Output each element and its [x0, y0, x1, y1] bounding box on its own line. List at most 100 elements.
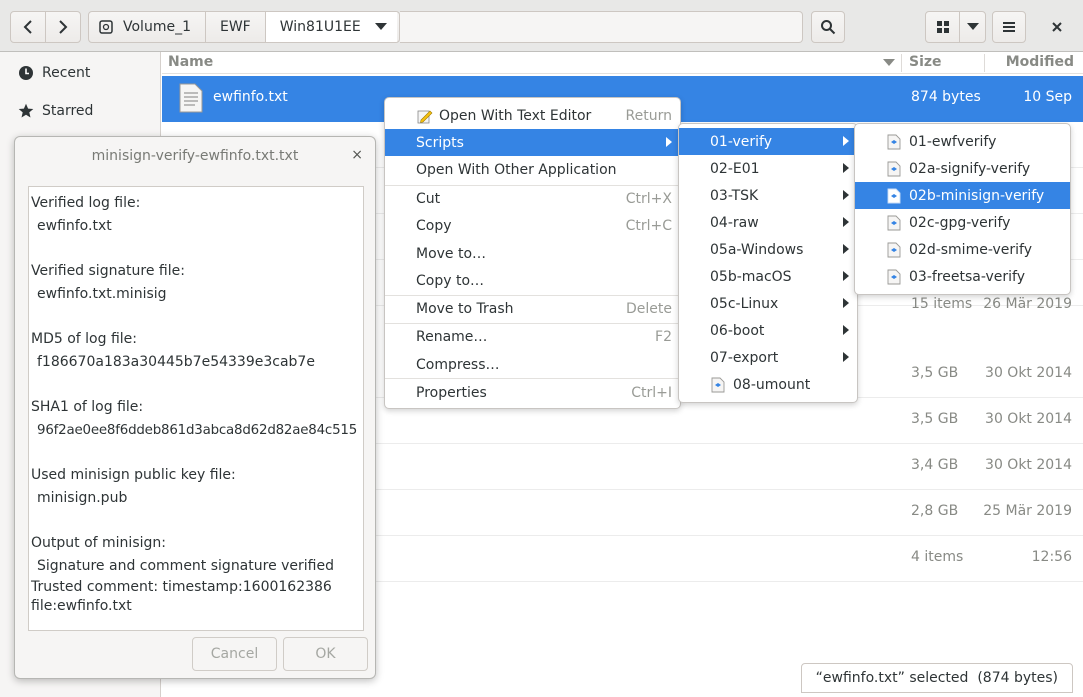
menu-item-label: 02c-gpg-verify	[909, 214, 1011, 231]
menu-item-accel: Return	[625, 107, 672, 124]
submenu-arrow-icon	[843, 298, 849, 308]
column-modified-header[interactable]: Modified	[1006, 54, 1074, 70]
menu-item-accel: Ctrl+I	[631, 384, 672, 401]
script-file-icon	[711, 377, 725, 392]
submenu-arrow-icon	[843, 163, 849, 173]
cancel-button[interactable]: Cancel	[192, 637, 277, 671]
file-size: 2,8 GB	[911, 503, 959, 519]
dialog-title: minisign-verify-ewfinfo.txt.txt	[91, 148, 299, 164]
file-modified: 26 Mär 2019	[983, 296, 1072, 312]
ok-button[interactable]: OK	[283, 637, 368, 671]
submenu-arrow-icon	[843, 271, 849, 281]
menu-item-label: 01-verify	[710, 133, 773, 150]
chevron-right-icon	[59, 20, 68, 34]
menu-item-scripts[interactable]: Scripts	[385, 129, 680, 156]
menu-item-move-to[interactable]: Move to…	[385, 240, 680, 267]
dialog-text-line: Trusted comment: timestamp:1600162386	[31, 579, 332, 595]
submenu-arrow-icon	[843, 244, 849, 254]
path-segment-ewf[interactable]: EWF	[206, 12, 266, 42]
submenu-item-05a-windows[interactable]: 05a-Windows	[679, 236, 857, 263]
menu-item-open-with-other[interactable]: Open With Other Application	[385, 156, 680, 183]
menu-item-label: 08-umount	[733, 376, 811, 393]
file-modified: 30 Okt 2014	[985, 411, 1072, 427]
submenu-item-01-verify[interactable]: 01-verify	[679, 128, 857, 155]
hamburger-icon	[1003, 22, 1015, 32]
submenu-item-02b-minisign-verify[interactable]: 02b-minisign-verify	[855, 182, 1070, 209]
location-field[interactable]	[400, 11, 803, 43]
path-segment-label: Win81U1EE	[279, 19, 361, 35]
view-options-button[interactable]	[959, 11, 986, 43]
menu-item-open-text-editor[interactable]: Open With Text Editor Return	[385, 102, 680, 129]
verify-submenu: 01-ewfverify 02a-signify-verify 02b-mini…	[854, 123, 1071, 295]
menu-item-label: 04-raw	[710, 214, 759, 231]
column-name-header[interactable]: Name	[168, 54, 213, 70]
file-size: 874 bytes	[911, 89, 981, 105]
menu-item-cut[interactable]: Cut Ctrl+X	[385, 185, 680, 212]
submenu-item-03-freetsa-verify[interactable]: 03-freetsa-verify	[855, 263, 1070, 290]
file-size: 4 items	[911, 549, 964, 565]
submenu-item-02a-signify-verify[interactable]: 02a-signify-verify	[855, 155, 1070, 182]
submenu-item-02-e01[interactable]: 02-E01	[679, 155, 857, 182]
menu-item-copy[interactable]: Copy Ctrl+C	[385, 212, 680, 239]
file-context-menu: Open With Text Editor Return Scripts Ope…	[384, 97, 681, 409]
menu-item-label: Compress…	[416, 356, 500, 373]
menu-item-properties[interactable]: Properties Ctrl+I	[385, 379, 680, 406]
menu-item-label: 02d-smime-verify	[909, 241, 1033, 258]
script-file-icon	[887, 215, 901, 230]
menu-item-label: 02a-signify-verify	[909, 160, 1031, 177]
dialog-value: f186670a183a30445b7e54339e3cab7e	[37, 354, 315, 370]
dialog-close-icon[interactable]: ×	[351, 147, 363, 163]
menu-item-compress[interactable]: Compress…	[385, 351, 680, 378]
caret-down-icon	[966, 23, 979, 30]
dialog-value: ewfinfo.txt	[37, 218, 112, 234]
back-button[interactable]	[10, 11, 46, 43]
submenu-item-06-boot[interactable]: 06-boot	[679, 317, 857, 344]
file-modified: 12:56	[1031, 549, 1072, 565]
menu-item-accel: Delete	[626, 300, 672, 317]
sidebar-item-recent[interactable]: Recent	[0, 55, 161, 91]
submenu-item-03-tsk[interactable]: 03-TSK	[679, 182, 857, 209]
menu-item-label: Rename…	[416, 328, 488, 345]
text-editor-icon	[417, 110, 433, 124]
dialog-value: Signature and comment signature verified	[37, 558, 335, 574]
file-modified: 30 Okt 2014	[985, 365, 1072, 381]
script-file-icon	[887, 161, 901, 176]
submenu-item-07-export[interactable]: 07-export	[679, 344, 857, 371]
menu-item-label: 05b-macOS	[710, 268, 792, 285]
script-file-icon	[887, 188, 901, 203]
menu-item-copy-to[interactable]: Copy to…	[385, 267, 680, 294]
dialog-value: 96f2ae0ee8f6ddeb861d3abca8d62d82ae84c515	[37, 423, 358, 438]
submenu-item-02d-smime-verify[interactable]: 02d-smime-verify	[855, 236, 1070, 263]
sidebar-item-starred[interactable]: Starred	[0, 93, 161, 129]
submenu-item-02c-gpg-verify[interactable]: 02c-gpg-verify	[855, 209, 1070, 236]
menu-button[interactable]	[992, 11, 1026, 43]
path-segment-current[interactable]: Win81U1EE	[265, 12, 397, 42]
sort-down-icon[interactable]	[883, 59, 895, 67]
menu-item-label: 05c-Linux	[710, 295, 779, 312]
menu-item-label: 01-ewfverify	[909, 133, 997, 150]
submenu-item-05c-linux[interactable]: 05c-Linux	[679, 290, 857, 317]
path-bar: Volume_1 EWF Win81U1EE	[88, 11, 400, 43]
view-grid-button[interactable]	[925, 11, 960, 43]
menu-item-rename[interactable]: Rename… F2	[385, 323, 680, 350]
dialog-label: Used minisign public key file:	[31, 467, 236, 483]
caret-down-icon	[374, 23, 387, 30]
submenu-item-08-umount[interactable]: 08-umount	[679, 371, 857, 398]
column-size-header[interactable]: Size	[909, 54, 942, 70]
path-segment-volume[interactable]: Volume_1	[89, 12, 206, 42]
menu-item-move-to-trash[interactable]: Move to Trash Delete	[385, 295, 680, 322]
submenu-item-04-raw[interactable]: 04-raw	[679, 209, 857, 236]
menu-item-accel: Ctrl+C	[625, 217, 672, 234]
file-size: 3,5 GB	[911, 365, 959, 381]
close-window-button[interactable]	[1040, 11, 1074, 43]
close-icon	[1052, 22, 1062, 32]
file-size: 3,4 GB	[911, 457, 959, 473]
menu-item-label: Open With Other Application	[416, 161, 617, 178]
menu-item-label: 03-freetsa-verify	[909, 268, 1026, 285]
submenu-item-01-ewfverify[interactable]: 01-ewfverify	[855, 128, 1070, 155]
clock-icon	[18, 65, 34, 81]
submenu-item-05b-macos[interactable]: 05b-macOS	[679, 263, 857, 290]
forward-button[interactable]	[45, 11, 81, 43]
search-button[interactable]	[811, 11, 845, 43]
submenu-arrow-icon	[843, 352, 849, 362]
